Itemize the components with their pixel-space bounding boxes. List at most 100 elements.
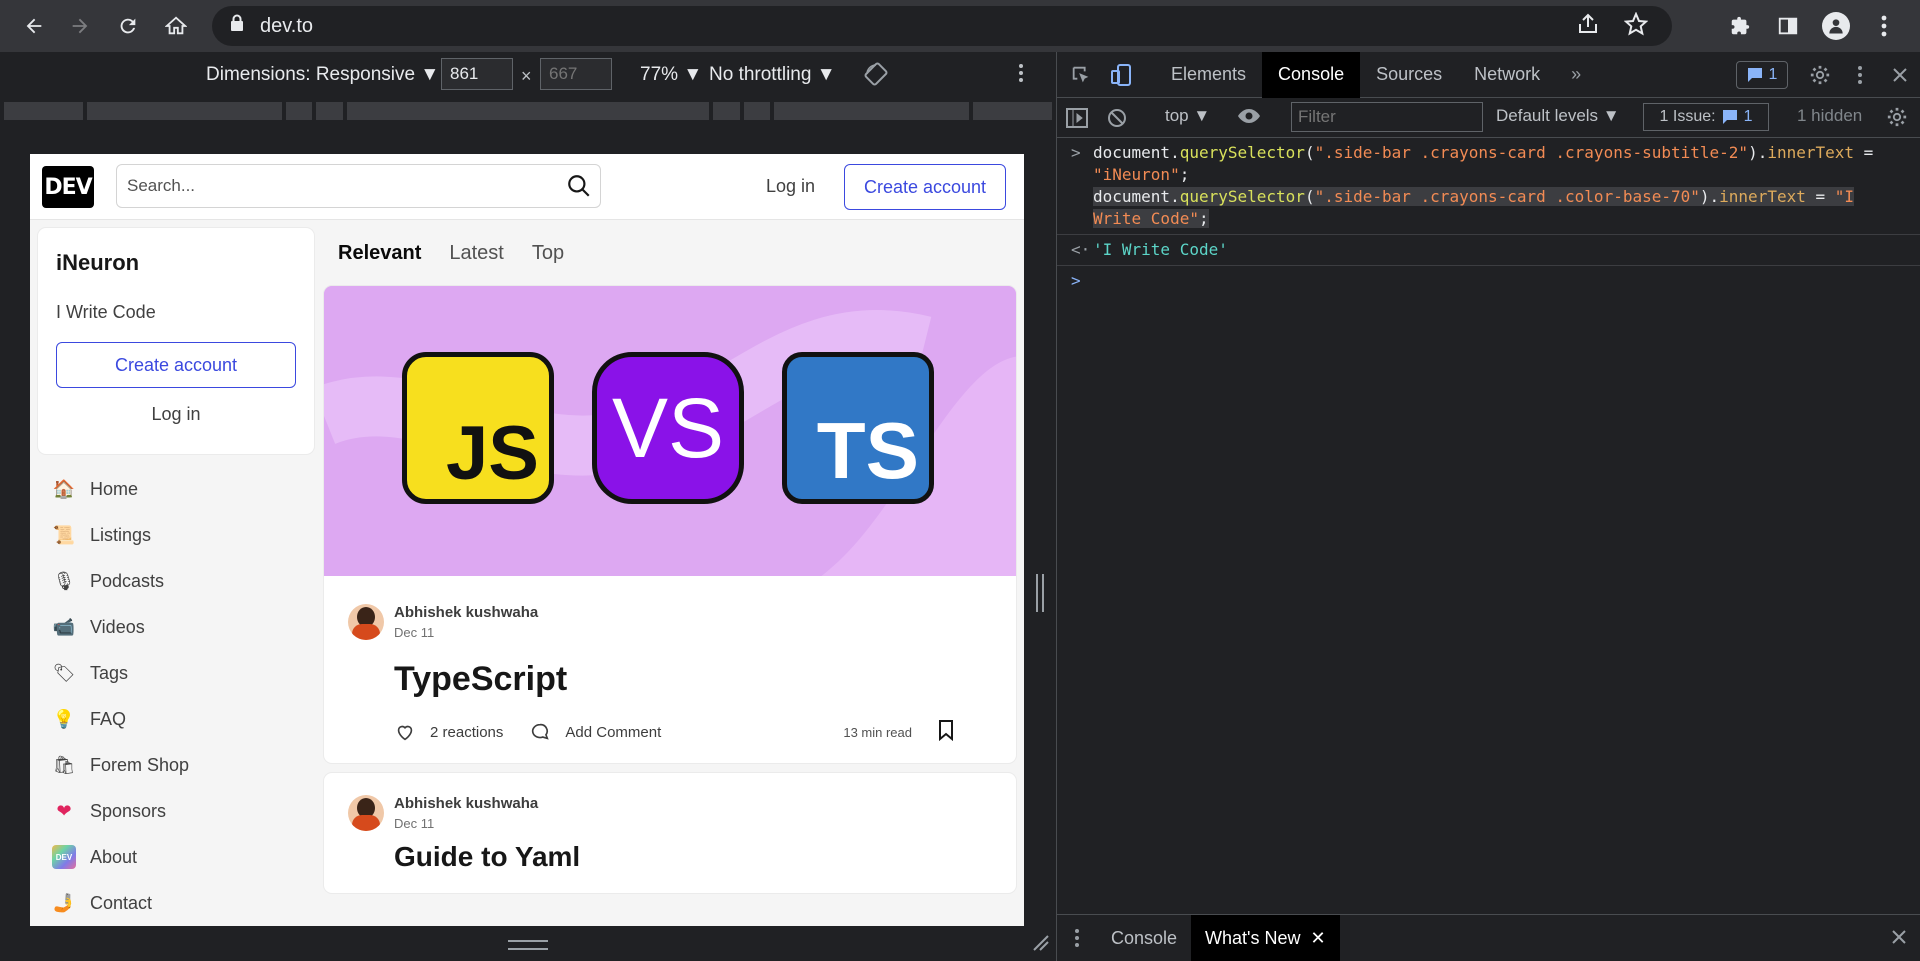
code-token: ".side-bar .crayons-card .crayons-subtit… (1314, 143, 1749, 162)
inspect-element-icon[interactable] (1061, 52, 1101, 98)
code-token: "iNeuron" (1093, 165, 1180, 184)
url-text: dev.to (260, 14, 313, 37)
code-token: querySelector (1179, 143, 1305, 162)
messages-badge[interactable]: 1 (1736, 61, 1788, 89)
live-expression-eye-icon[interactable] (1237, 106, 1261, 131)
sidebar-toggle-icon[interactable] (1057, 98, 1097, 138)
post-card[interactable]: Abhishek kushwaha Dec 11 Guide to Yaml (324, 773, 1016, 893)
dev-logo[interactable]: DEV (42, 166, 94, 208)
close-tab-icon[interactable]: ✕ (1311, 928, 1326, 949)
selfie-icon: 🤳 (52, 892, 76, 913)
home-icon[interactable] (154, 4, 198, 48)
share-icon[interactable] (1576, 12, 1600, 42)
post-cover-image[interactable]: JS VS TS (324, 286, 1016, 576)
code-token: document (1093, 187, 1171, 206)
sidebar-item-contact[interactable]: 🤳 Contact (38, 880, 314, 926)
card-title: iNeuron (56, 250, 140, 275)
create-account-button[interactable]: Create account (844, 164, 1006, 210)
tab-relevant[interactable]: Relevant (338, 242, 421, 265)
browser-menu-icon[interactable] (1862, 4, 1906, 48)
bookmark-icon[interactable] (936, 719, 956, 745)
tab-console[interactable]: Console (1262, 51, 1361, 98)
console-filter-input[interactable] (1291, 102, 1483, 132)
nav-label: Listings (90, 524, 152, 545)
sidebar-item-listings[interactable]: 📜 Listings (38, 512, 314, 558)
tab-sources[interactable]: Sources (1360, 52, 1458, 98)
tab-latest[interactable]: Latest (449, 242, 503, 265)
card-create-account-button[interactable]: Create account (56, 342, 296, 388)
comment-button[interactable]: Add Comment (529, 721, 661, 743)
settings-gear-icon[interactable] (1800, 52, 1840, 98)
tab-network[interactable]: Network (1458, 52, 1556, 98)
side-panel-icon[interactable] (1766, 4, 1810, 48)
tab-top[interactable]: Top (532, 242, 564, 265)
author-name[interactable]: Abhishek kushwaha (394, 795, 538, 812)
author-avatar[interactable] (348, 795, 384, 831)
drawer-tab-console[interactable]: Console (1097, 915, 1191, 961)
login-link[interactable]: Log in (766, 176, 815, 197)
nav-label: Podcasts (90, 570, 165, 591)
address-bar[interactable]: dev.to (212, 6, 1672, 46)
code-token: ). (1699, 187, 1720, 206)
search-input[interactable]: Search... (116, 164, 601, 208)
sidebar-item-forem-shop[interactable]: 🛍 Forem Shop (38, 742, 314, 788)
sidebar-item-sponsors[interactable]: ❤ Sponsors (38, 788, 314, 834)
width-input[interactable] (441, 58, 513, 90)
viewport-resize-handle-bottom[interactable] (508, 940, 548, 950)
issues-button[interactable]: 1 Issue: 1 (1643, 103, 1769, 131)
sidebar-item-tags[interactable]: 🏷 Tags (38, 650, 314, 696)
reload-icon[interactable] (106, 4, 150, 48)
card-login-link[interactable]: Log in (38, 404, 314, 425)
devtools-menu-icon[interactable] (1840, 52, 1880, 98)
context-selector[interactable]: top ▼ (1165, 106, 1210, 126)
console-input-line[interactable]: > document.querySelector(".side-bar .cra… (1057, 138, 1920, 235)
author-avatar[interactable] (348, 604, 384, 640)
sidebar-item-about[interactable]: DEV About (38, 834, 314, 880)
console-result-line[interactable]: <· 'I Write Code' (1057, 235, 1920, 266)
feed-tabs: Relevant Latest Top (324, 220, 1016, 286)
bookmark-star-icon[interactable] (1623, 11, 1649, 42)
code-token: ; (1179, 165, 1190, 184)
author-name[interactable]: Abhishek kushwaha (394, 604, 538, 621)
card-subtitle: I Write Code (56, 302, 156, 322)
sidebar-item-faq[interactable]: 💡 FAQ (38, 696, 314, 742)
zoom-label: 77% (640, 64, 679, 85)
sidebar-item-home[interactable]: 🏠 Home (38, 466, 314, 512)
dimensions-dropdown[interactable]: Dimensions: Responsive ▼ (206, 64, 439, 86)
device-toggle-icon[interactable] (1101, 52, 1141, 98)
search-icon[interactable] (566, 173, 592, 204)
console-prompt[interactable]: > (1057, 266, 1920, 296)
profile-icon[interactable] (1814, 4, 1858, 48)
clear-console-icon[interactable] (1097, 98, 1137, 138)
media-query-bar[interactable] (0, 98, 1056, 124)
close-drawer-icon[interactable] (1891, 929, 1907, 950)
code-token: ( (1304, 187, 1315, 206)
sidebar-item-videos[interactable]: 📹 Videos (38, 604, 314, 650)
sidebar-item-podcasts[interactable]: 🎙 Podcasts (38, 558, 314, 604)
device-options-icon[interactable] (1018, 62, 1024, 90)
viewport-resize-handle-right[interactable] (1036, 574, 1044, 612)
height-input[interactable] (540, 58, 612, 90)
post-title[interactable]: Guide to Yaml (394, 841, 992, 873)
drawer-menu-icon[interactable] (1057, 928, 1097, 948)
console-output[interactable]: > document.querySelector(".side-bar .cra… (1057, 138, 1920, 296)
device-emulation-pane: Dimensions: Responsive ▼ × 77% ▼ No thro… (0, 52, 1056, 961)
log-levels-dropdown[interactable]: Default levels ▼ (1496, 106, 1620, 126)
viewport-resize-handle-corner[interactable] (1030, 932, 1050, 957)
zoom-dropdown[interactable]: 77% ▼ (640, 64, 702, 86)
tab-elements[interactable]: Elements (1155, 52, 1262, 98)
message-count: 1 (1768, 66, 1778, 83)
console-settings-gear-icon[interactable] (1886, 106, 1908, 133)
post-card[interactable]: JS VS TS Abhishek kushwaha Dec 11 TypeSc… (324, 286, 1016, 763)
reactions-button[interactable]: 2 reactions (394, 721, 503, 743)
rotate-icon[interactable] (864, 62, 888, 92)
drawer-tab-whats-new[interactable]: What's New ✕ (1191, 915, 1340, 961)
extensions-icon[interactable] (1718, 4, 1762, 48)
js-logo: JS (402, 352, 554, 504)
forward-icon[interactable] (58, 4, 102, 48)
throttling-dropdown[interactable]: No throttling ▼ (709, 64, 836, 86)
close-devtools-icon[interactable] (1880, 52, 1920, 98)
post-title[interactable]: TypeScript (394, 660, 992, 699)
back-icon[interactable] (12, 4, 56, 48)
more-tabs-icon[interactable]: » (1556, 52, 1596, 98)
